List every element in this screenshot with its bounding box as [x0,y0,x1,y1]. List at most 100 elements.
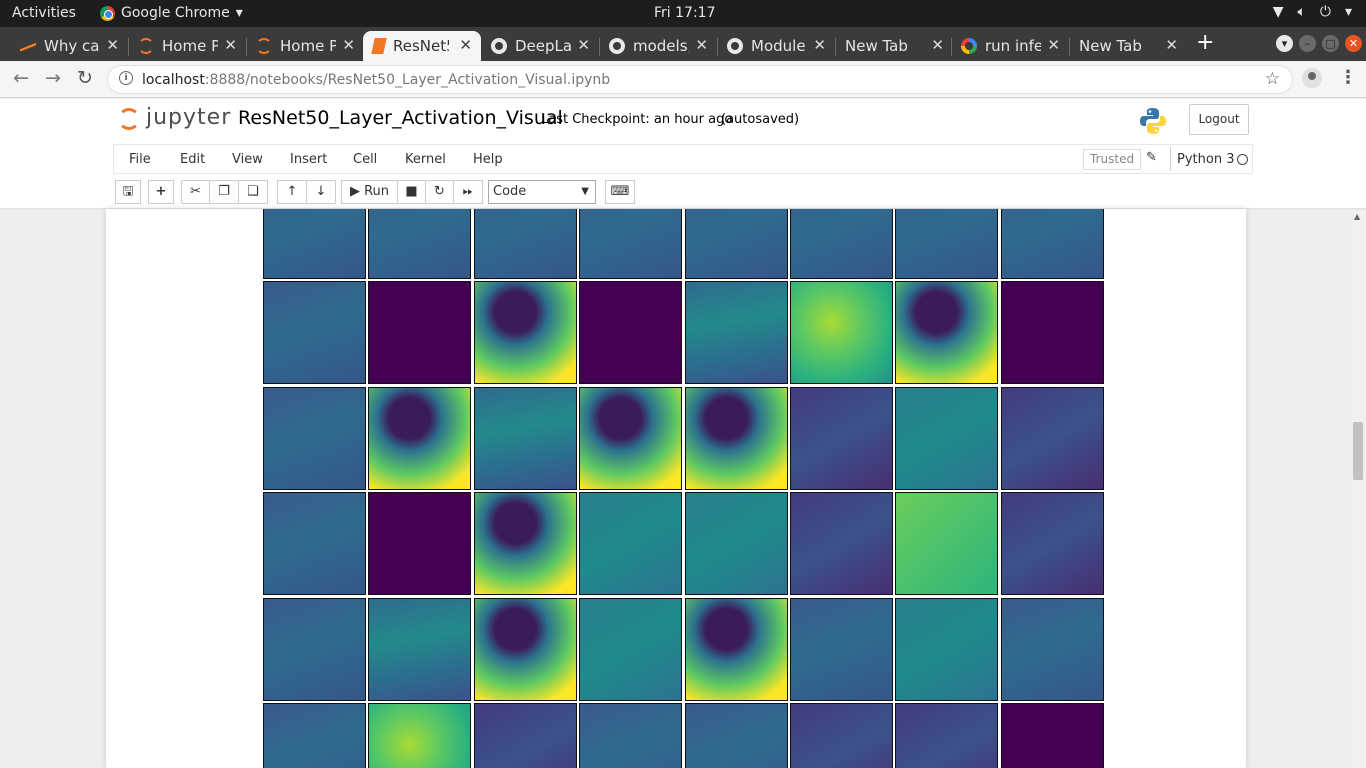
app-name: Google Chrome [121,5,230,21]
paste-icon: ❑ [247,184,259,199]
browser-tab[interactable]: Why car ✕ [10,31,128,61]
menu-view[interactable]: View [232,152,263,167]
activation-map-tile [789,702,893,768]
paste-button[interactable]: ❑ [238,180,268,204]
activation-map-tile [473,386,577,490]
reload-icon[interactable]: ↻ [77,67,93,89]
activation-map-tile [895,492,999,596]
pencil-icon[interactable]: ✎ [1146,150,1157,165]
close-icon[interactable]: ✕ [695,36,708,54]
menu-insert[interactable]: Insert [290,152,327,167]
clock[interactable]: Fri 17:17 [654,5,715,21]
jupyter-logo-icon[interactable] [118,106,140,132]
save-button[interactable]: 🖫︎ [115,180,141,204]
kernel-status-icon [1237,154,1248,165]
chevron-down-icon: ▾ [1344,4,1352,20]
activation-map-image [1001,703,1103,768]
browser-tab[interactable]: Module ✕ [717,31,835,61]
new-tab-button[interactable]: + [1196,31,1214,55]
tab-search-icon[interactable]: ▾ [1276,35,1293,52]
site-info-icon[interactable]: i [119,71,133,85]
maximize-button[interactable]: □ [1322,35,1339,52]
activities-button[interactable]: Activities [12,5,76,21]
app-menu[interactable]: Google Chrome ▾ [100,5,243,21]
copy-button[interactable]: ❐ [209,180,239,204]
activation-map-tile [789,597,893,701]
scrollbar-thumb[interactable] [1353,422,1363,480]
browser-tab[interactable]: models, ✕ [599,31,717,61]
jupyter-icon [138,38,154,54]
close-icon[interactable]: ✕ [813,36,826,54]
restart-run-all-button[interactable]: ⏩︎ [453,180,483,204]
browser-tab[interactable]: Home P ✕ [246,31,364,61]
move-down-button[interactable]: ↓ [306,180,336,204]
activation-map-tile [1000,281,1104,385]
back-arrow-icon[interactable]: ← [13,67,29,89]
activation-map-tile [895,209,999,279]
address-bar[interactable]: i localhost:8888/notebooks/ResNet50_Laye… [107,65,1293,94]
restart-button[interactable]: ↻ [425,180,454,204]
bookmark-star-icon[interactable]: ☆ [1265,69,1280,89]
more-menu-icon[interactable]: ⋮ [1339,67,1357,88]
activation-map-image [474,703,576,768]
menu-file[interactable]: File [129,152,151,167]
menu-kernel[interactable]: Kernel [405,152,446,167]
activation-map-image [896,387,998,489]
activation-map-tile [368,702,472,768]
interrupt-button[interactable]: ■ [397,180,426,204]
page-scrollbar[interactable] [1352,210,1366,768]
scroll-up-arrow-icon[interactable]: ▲ [1354,212,1360,221]
command-palette-button[interactable]: ⌨ [605,180,635,204]
close-icon[interactable]: ✕ [342,36,355,54]
python-logo-icon [1140,108,1166,134]
notebook-icon [371,38,387,54]
browser-tab[interactable]: Home P ✕ [128,31,246,61]
arrow-up-icon: ↑ [286,184,298,199]
jupyter-wordmark[interactable]: jupyter [146,105,231,130]
browser-tab[interactable]: run infe ✕ [951,31,1069,61]
activation-map-tile [684,281,788,385]
activation-map-image [896,282,998,384]
close-icon[interactable]: ✕ [106,36,119,54]
activation-map-tile [579,702,683,768]
close-icon[interactable]: ✕ [931,36,944,54]
browser-tab-active[interactable]: ResNet5 ✕ [363,31,481,61]
menu-help[interactable]: Help [473,152,503,167]
notebook-title[interactable]: ResNet50_Layer_Activation_Visual [238,107,563,129]
cell-type-select[interactable]: Code ▼ [488,180,596,204]
close-icon[interactable]: ✕ [1165,36,1178,54]
insert-cell-button[interactable]: + [148,180,174,204]
activation-map-image [474,493,576,595]
activation-map-tile [789,281,893,385]
activation-map-image [580,209,682,278]
run-button[interactable]: ▶ Run [341,180,398,204]
close-icon[interactable]: ✕ [1047,36,1060,54]
tab-title: Home P [162,37,218,55]
volume-icon: 🔈︎ [1297,4,1306,20]
move-up-button[interactable]: ↑ [277,180,307,204]
activation-map-tile [263,492,366,596]
logout-button[interactable]: Logout [1189,104,1249,135]
minimize-button[interactable]: – [1299,35,1316,52]
menu-edit[interactable]: Edit [180,152,205,167]
browser-tab[interactable]: New Tab ✕ [1069,31,1187,61]
profile-avatar[interactable] [1302,68,1322,88]
browser-tab[interactable]: DeepLa ✕ [481,31,599,61]
activation-map-tile [895,386,999,490]
close-window-button[interactable]: ✕ [1345,35,1362,52]
system-tray[interactable]: ▼ 🔈︎ ⏻ ▾ [1273,4,1352,20]
activation-map-tile [473,281,577,385]
close-icon[interactable]: ✕ [577,36,590,54]
checkpoint-status: Last Checkpoint: an hour ago [541,112,733,127]
activation-map-image [790,703,892,768]
activation-map-tile [473,702,577,768]
forward-arrow-icon[interactable]: → [45,67,61,89]
cut-button[interactable]: ✂ [181,180,210,204]
tab-title: Module [751,37,806,55]
menu-cell[interactable]: Cell [353,152,377,167]
close-icon[interactable]: ✕ [224,36,237,54]
close-icon[interactable]: ✕ [459,36,472,54]
browser-tab[interactable]: New Tab ✕ [835,31,953,61]
kernel-name[interactable]: Python 3 [1177,152,1234,167]
trusted-badge[interactable]: Trusted [1083,149,1142,170]
